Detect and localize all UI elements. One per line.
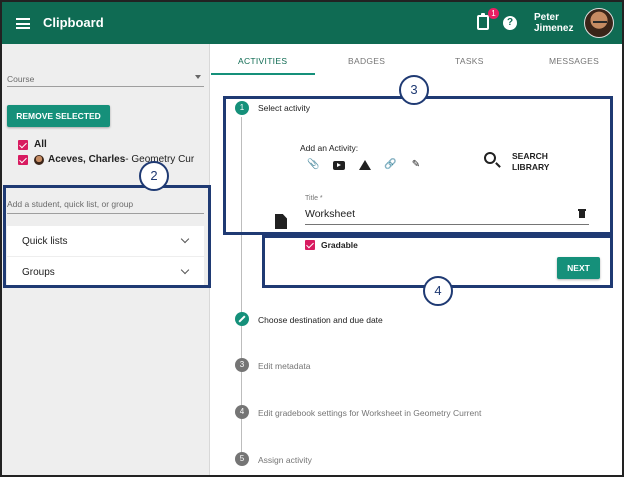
student-avatar [34,154,44,165]
callout-box-2 [3,185,211,288]
step-label-metadata: Edit metadata [258,361,311,371]
hamburger-menu-icon[interactable] [16,18,30,29]
screenshot-frame: Clipboard 1 ? Peter Jimenez Course REMOV… [0,0,624,477]
callout-number-2: 2 [139,161,169,191]
course-select-label[interactable]: Course [7,74,34,84]
checkbox-checked-icon[interactable] [18,154,28,165]
tab-badges[interactable]: BADGES [348,56,385,66]
student-row[interactable]: Aceves, Charles - Geometry Cur [18,154,194,165]
tab-bar: ACTIVITIES BADGES TASKS MESSAGES [211,44,622,76]
user-avatar[interactable] [584,8,614,38]
dropdown-caret-icon[interactable] [195,75,201,79]
help-icon[interactable]: ? [503,16,517,30]
app-title: Clipboard [43,15,104,30]
tab-activities[interactable]: ACTIVITIES [238,56,287,66]
step-label-gradebook: Edit gradebook settings for Worksheet in… [258,408,482,418]
callout-number-4: 4 [423,276,453,306]
step-number-3: 3 [235,358,249,372]
step-number-4: 4 [235,405,249,419]
select-all-label: All [34,139,47,150]
active-tab-indicator [211,73,315,75]
user-first-name: Peter [534,12,560,23]
tab-messages[interactable]: MESSAGES [549,56,599,66]
remove-selected-button[interactable]: REMOVE SELECTED [7,105,110,127]
student-name: Aceves, Charles [48,154,126,165]
top-app-bar: Clipboard 1 ? Peter Jimenez [2,2,622,44]
callout-number-3: 3 [399,75,429,105]
step-label-assign: Assign activity [258,455,312,465]
edit-step-icon[interactable] [235,312,249,326]
step-number-5: 5 [235,452,249,466]
callout-box-3 [223,96,613,235]
user-last-name: Jimenez [534,23,574,34]
step-label-destination[interactable]: Choose destination and due date [258,315,383,325]
tab-tasks[interactable]: TASKS [455,56,484,66]
course-select-underline [7,86,204,87]
notification-badge: 1 [488,8,499,19]
checkbox-checked-icon[interactable] [18,139,28,150]
clipboard-icon[interactable] [477,13,489,30]
select-all-row[interactable]: All [18,139,47,150]
